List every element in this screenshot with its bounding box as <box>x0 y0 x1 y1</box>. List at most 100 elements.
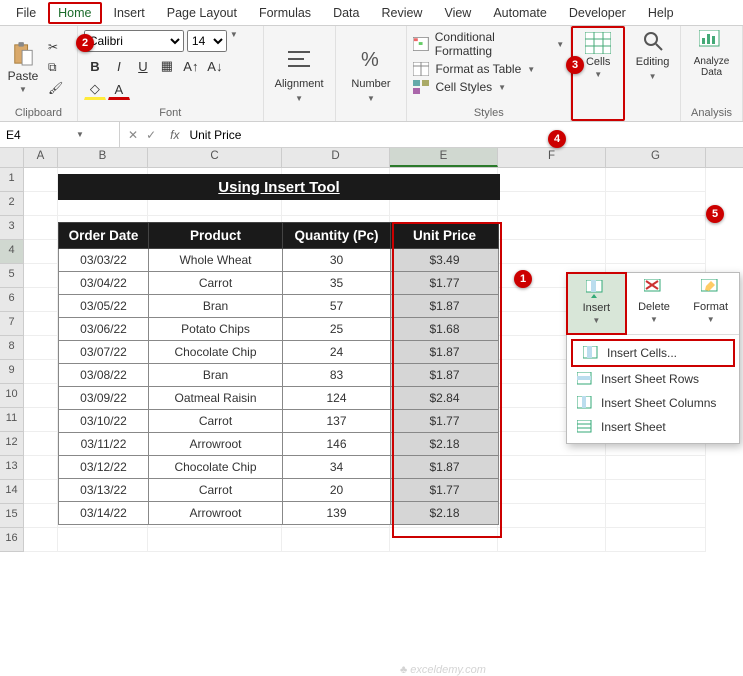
analyze-icon[interactable] <box>699 30 725 52</box>
table-cell[interactable]: Carrot <box>149 272 283 295</box>
table-cell[interactable]: $2.84 <box>391 387 499 410</box>
col-header-F[interactable]: F <box>498 148 606 167</box>
table-cell[interactable]: 124 <box>283 387 391 410</box>
cells-icon[interactable] <box>585 32 611 54</box>
cancel-icon[interactable]: ✕ <box>128 128 138 142</box>
row-header-9[interactable]: 9 <box>0 360 24 384</box>
table-cell[interactable]: 35 <box>283 272 391 295</box>
cell[interactable] <box>498 216 606 240</box>
table-cell[interactable]: $1.77 <box>391 272 499 295</box>
tab-file[interactable]: File <box>6 2 46 24</box>
enter-icon[interactable]: ✓ <box>146 128 156 142</box>
cell[interactable] <box>606 192 706 216</box>
table-cell[interactable]: Arrowroot <box>149 502 283 525</box>
row-header-2[interactable]: 2 <box>0 192 24 216</box>
table-cell[interactable]: $3.49 <box>391 249 499 272</box>
table-cell[interactable]: 03/08/22 <box>59 364 149 387</box>
tab-help[interactable]: Help <box>638 2 684 24</box>
decrease-font-button[interactable]: A↓ <box>204 56 226 76</box>
table-cell[interactable]: 03/06/22 <box>59 318 149 341</box>
table-cell[interactable]: Oatmeal Raisin <box>149 387 283 410</box>
cell[interactable] <box>24 456 58 480</box>
table-cell[interactable]: $1.87 <box>391 295 499 318</box>
col-header-D[interactable]: D <box>282 148 390 167</box>
cell[interactable] <box>24 192 58 216</box>
row-header-1[interactable]: 1 <box>0 168 24 192</box>
table-cell[interactable]: $1.87 <box>391 341 499 364</box>
col-header-E[interactable]: E <box>390 148 498 167</box>
tab-insert[interactable]: Insert <box>104 2 155 24</box>
cell[interactable] <box>498 504 606 528</box>
table-cell[interactable]: 03/12/22 <box>59 456 149 479</box>
table-cell[interactable]: 03/05/22 <box>59 295 149 318</box>
table-cell[interactable]: 137 <box>283 410 391 433</box>
row-header-15[interactable]: 15 <box>0 504 24 528</box>
cell[interactable] <box>24 288 58 312</box>
table-cell[interactable]: Bran <box>149 295 283 318</box>
table-cell[interactable]: 03/04/22 <box>59 272 149 295</box>
cell[interactable] <box>24 264 58 288</box>
format-painter-icon[interactable]: 🖌 <box>48 81 63 95</box>
cell[interactable] <box>606 240 706 264</box>
row-header-6[interactable]: 6 <box>0 288 24 312</box>
tab-view[interactable]: View <box>434 2 481 24</box>
table-cell[interactable]: $1.77 <box>391 479 499 502</box>
cell[interactable] <box>24 312 58 336</box>
cell[interactable] <box>606 504 706 528</box>
format-dropdown-button[interactable]: Format▼ <box>682 273 739 334</box>
table-header[interactable]: Product <box>149 223 283 249</box>
table-cell[interactable]: 83 <box>283 364 391 387</box>
table-cell[interactable]: 03/13/22 <box>59 479 149 502</box>
table-cell[interactable]: 03/10/22 <box>59 410 149 433</box>
cell[interactable] <box>24 360 58 384</box>
name-box-input[interactable] <box>6 128 76 142</box>
alignment-icon[interactable] <box>284 44 314 74</box>
tab-home[interactable]: Home <box>48 2 101 24</box>
row-header-4[interactable]: 4 <box>0 240 24 264</box>
row-header-16[interactable]: 16 <box>0 528 24 552</box>
row-header-5[interactable]: 5 <box>0 264 24 288</box>
border-button[interactable]: ▦ <box>156 56 178 76</box>
cell[interactable] <box>498 168 606 192</box>
font-size-select[interactable]: 14 <box>187 30 227 52</box>
table-cell[interactable]: 03/14/22 <box>59 502 149 525</box>
table-cell[interactable]: 24 <box>283 341 391 364</box>
menu-insert-sheet-columns[interactable]: Insert Sheet Columns <box>567 391 739 415</box>
table-cell[interactable]: 25 <box>283 318 391 341</box>
format-as-table-button[interactable]: Format as Table▼ <box>413 62 564 76</box>
delete-dropdown-button[interactable]: Delete▼ <box>626 273 683 334</box>
table-cell[interactable]: 03/11/22 <box>59 433 149 456</box>
table-cell[interactable]: 146 <box>283 433 391 456</box>
cell[interactable] <box>282 528 390 552</box>
table-cell[interactable]: 30 <box>283 249 391 272</box>
table-cell[interactable]: Whole Wheat <box>149 249 283 272</box>
table-cell[interactable]: $1.87 <box>391 456 499 479</box>
cell[interactable] <box>498 480 606 504</box>
row-header-10[interactable]: 10 <box>0 384 24 408</box>
menu-insert-sheet-rows[interactable]: Insert Sheet Rows <box>567 367 739 391</box>
table-cell[interactable]: 34 <box>283 456 391 479</box>
table-cell[interactable]: Carrot <box>149 479 283 502</box>
fx-icon[interactable]: fx <box>164 128 185 142</box>
cell[interactable] <box>24 504 58 528</box>
cell[interactable] <box>498 456 606 480</box>
table-cell[interactable]: 03/07/22 <box>59 341 149 364</box>
row-header-14[interactable]: 14 <box>0 480 24 504</box>
table-cell[interactable]: Carrot <box>149 410 283 433</box>
table-cell[interactable]: $1.68 <box>391 318 499 341</box>
select-all-corner[interactable] <box>0 148 24 167</box>
paste-button[interactable]: Paste ▼ <box>6 41 40 94</box>
cut-icon[interactable]: ✂ <box>48 40 63 54</box>
table-header[interactable]: Unit Price <box>391 223 499 249</box>
cell[interactable] <box>58 528 148 552</box>
table-cell[interactable]: 03/03/22 <box>59 249 149 272</box>
menu-insert-sheet[interactable]: Insert Sheet <box>567 415 739 439</box>
cell[interactable] <box>148 528 282 552</box>
cell[interactable] <box>606 216 706 240</box>
table-cell[interactable]: Bran <box>149 364 283 387</box>
cell[interactable] <box>498 528 606 552</box>
font-color-button[interactable]: A <box>108 80 130 100</box>
cell[interactable] <box>606 528 706 552</box>
cell[interactable] <box>24 384 58 408</box>
percent-icon[interactable]: % <box>356 44 386 74</box>
